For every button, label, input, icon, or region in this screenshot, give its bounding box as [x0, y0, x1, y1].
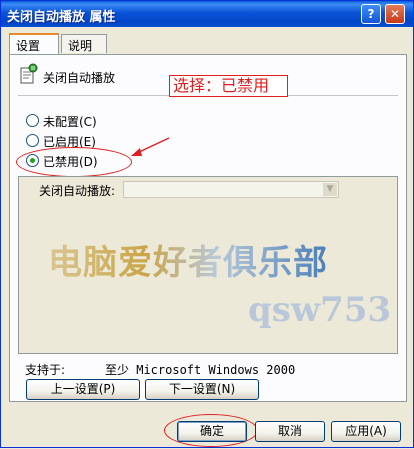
radio-circle[interactable]: [26, 134, 39, 147]
watermark-id: qsw753: [248, 290, 392, 330]
previous-setting-button[interactable]: 上一设置(P): [26, 379, 140, 400]
policy-setting-icon: [20, 63, 38, 84]
settings-panel: 关闭自动播放 未配置(C) 已启用(E) 已禁用(D) 关闭自动播放: ▼ 电脑…: [9, 54, 407, 402]
option-label: 关闭自动播放:: [39, 184, 116, 198]
close-button[interactable]: ✕: [385, 4, 405, 24]
apply-button[interactable]: 应用(A): [331, 421, 401, 442]
help-button[interactable]: ?: [361, 4, 381, 24]
radio-label: 未配置(C): [43, 115, 97, 129]
policy-name: 关闭自动播放: [43, 71, 116, 85]
properties-dialog: 关闭自动播放 属性 ? ✕ 设置 说明 关闭自动播放 未配置(C) 已启用(E)…: [0, 0, 414, 448]
title-bar[interactable]: 关闭自动播放 属性 ? ✕: [1, 1, 413, 27]
next-setting-button[interactable]: 下一设置(N): [145, 379, 259, 400]
annotation-callout: 选择：已禁用: [169, 75, 288, 97]
tab-settings[interactable]: 设置: [9, 33, 59, 54]
chevron-down-icon[interactable]: ▼: [323, 183, 337, 196]
support-value: 至少 Microsoft Windows 2000: [105, 363, 296, 377]
autoplay-dropdown[interactable]: ▼: [123, 181, 339, 198]
support-label: 支持于:: [25, 363, 66, 377]
tab-description[interactable]: 说明: [61, 34, 107, 53]
watermark-text: 电脑爱好者俱乐部: [48, 235, 328, 284]
window-title: 关闭自动播放 属性: [7, 10, 116, 25]
ok-button[interactable]: 确定: [177, 421, 247, 442]
radio-circle[interactable]: [26, 114, 39, 127]
cancel-button[interactable]: 取消: [255, 421, 325, 442]
highlight-ellipse-disabled: [16, 147, 132, 177]
